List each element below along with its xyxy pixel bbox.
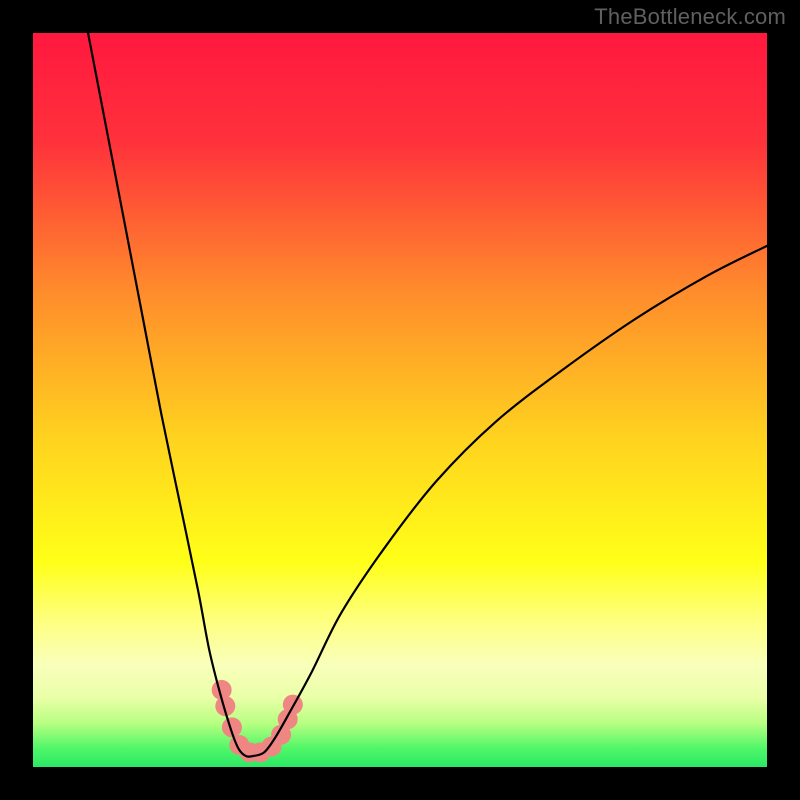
watermark-text: TheBottleneck.com bbox=[594, 4, 786, 30]
chart-svg bbox=[33, 33, 767, 767]
plot-area bbox=[33, 33, 767, 767]
chart-frame: TheBottleneck.com bbox=[0, 0, 800, 800]
gradient-background bbox=[33, 33, 767, 767]
